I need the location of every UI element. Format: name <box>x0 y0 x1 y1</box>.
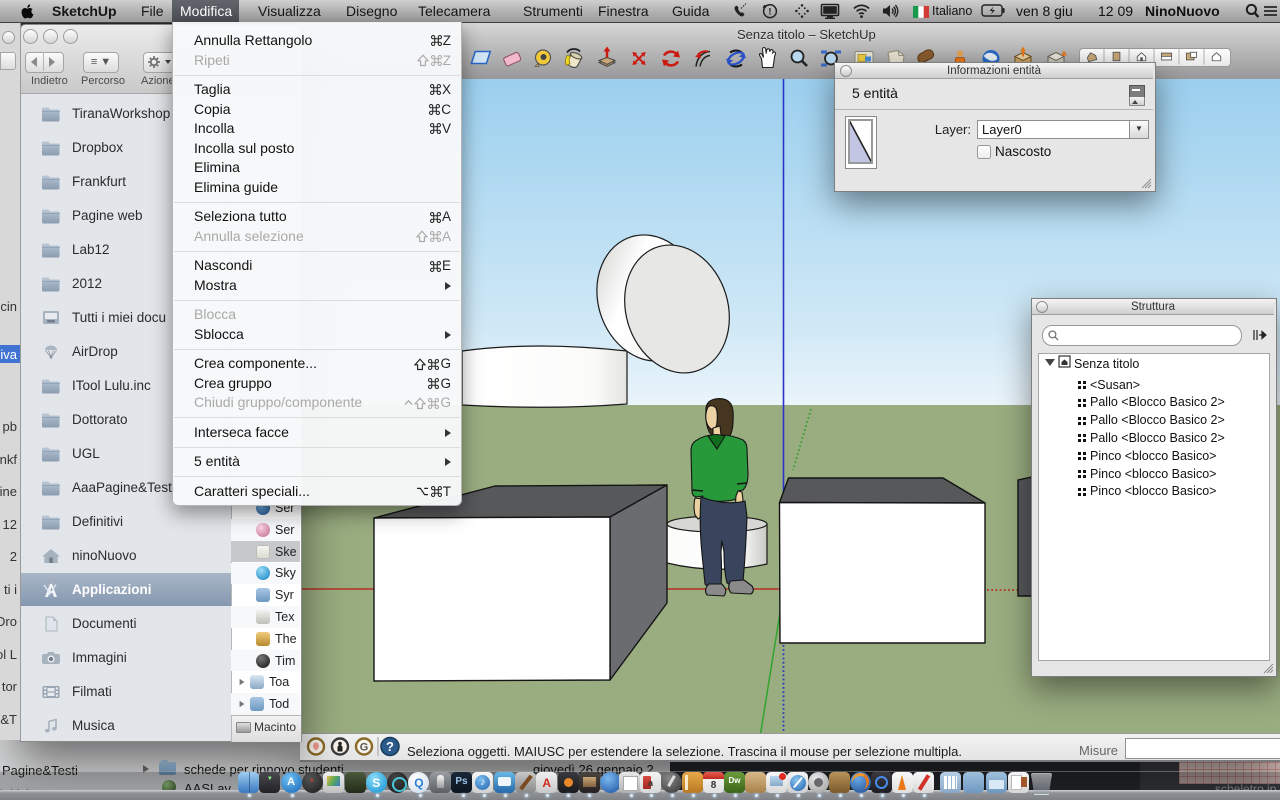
svg-text:!: ! <box>768 7 771 18</box>
